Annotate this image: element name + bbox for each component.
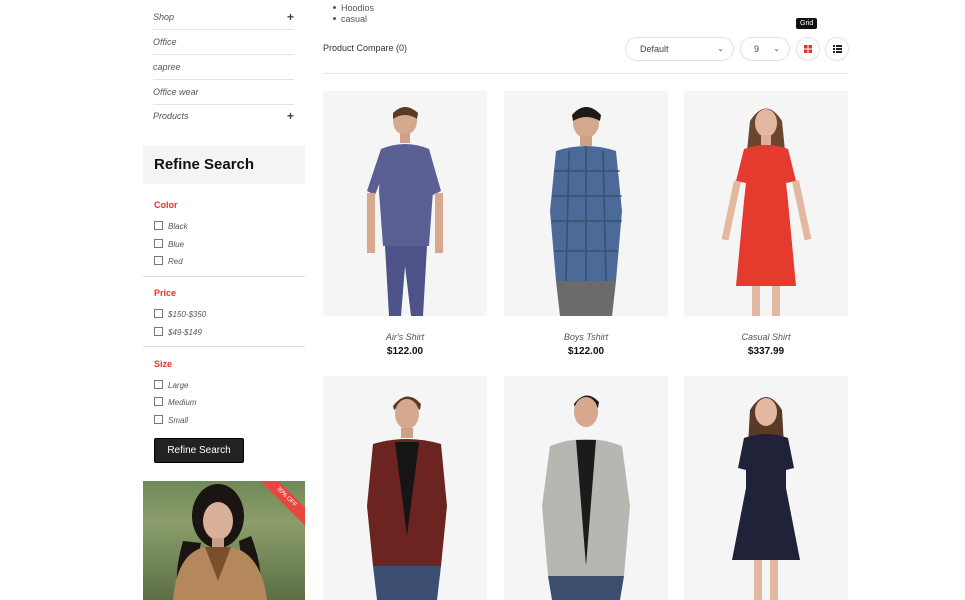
- plus-icon[interactable]: +: [287, 104, 294, 128]
- product-image[interactable]: [323, 91, 487, 316]
- product-name[interactable]: Casual Shirt: [684, 332, 848, 342]
- product-image[interactable]: [504, 91, 668, 316]
- sort-select[interactable]: Default ⌄: [625, 37, 734, 61]
- filter-price-150-350[interactable]: $150-$350: [154, 309, 206, 319]
- filter-color-black[interactable]: Black: [154, 221, 188, 231]
- checkbox-icon[interactable]: [154, 309, 163, 318]
- checkbox-icon[interactable]: [154, 327, 163, 336]
- product-photo-plaid-shirt-man: [550, 107, 622, 316]
- bullet-icon: [333, 6, 336, 9]
- plus-icon[interactable]: +: [287, 5, 294, 29]
- checkbox-icon[interactable]: [154, 256, 163, 265]
- category-office[interactable]: Office: [153, 30, 294, 55]
- product-photo-red-dress-woman: [721, 108, 812, 316]
- product-photo-leather-jacket-man: [367, 396, 447, 600]
- product-photo-tshirt-man: [367, 107, 443, 316]
- chevron-down-icon: ⌄: [773, 44, 780, 53]
- divider: [143, 276, 305, 277]
- filter-price-49-149[interactable]: $49-$149: [154, 327, 202, 337]
- product-image[interactable]: [684, 376, 848, 600]
- product-image[interactable]: [323, 376, 487, 600]
- category-capree[interactable]: capree: [153, 55, 294, 80]
- grid-icon: [804, 45, 812, 53]
- filter-color-red[interactable]: Red: [154, 256, 183, 266]
- refine-search-header: Refine Search: [143, 146, 305, 184]
- promo-banner[interactable]: 30% OFF: [143, 481, 305, 600]
- grid-view-button[interactable]: [796, 37, 820, 61]
- product-price: $337.99: [747, 346, 785, 357]
- product-name[interactable]: Air's Shirt: [323, 332, 487, 342]
- product-image[interactable]: [504, 376, 668, 600]
- product-image[interactable]: [684, 91, 848, 316]
- checkbox-icon[interactable]: [154, 239, 163, 248]
- product-name[interactable]: Boys Tshirt: [504, 332, 668, 342]
- product-price: $122.00: [386, 346, 424, 357]
- bullet-icon: [333, 17, 336, 20]
- tag-item[interactable]: Hoodios: [333, 3, 374, 13]
- checkbox-icon[interactable]: [154, 415, 163, 424]
- category-label: Office: [153, 37, 177, 47]
- checkbox-icon[interactable]: [154, 380, 163, 389]
- category-label: Shop: [153, 12, 175, 22]
- filter-size-small[interactable]: Small: [154, 415, 188, 425]
- product-photo-grey-hoodie-man: [542, 395, 630, 600]
- checkbox-icon[interactable]: [154, 221, 163, 230]
- refine-search-title: Refine Search: [154, 156, 255, 173]
- filter-size-medium[interactable]: Medium: [154, 397, 196, 407]
- category-label: Products: [153, 111, 189, 121]
- filter-price-heading: Price: [154, 288, 177, 298]
- category-label: capree: [153, 62, 181, 72]
- product-photo-navy-dress-woman: [732, 397, 800, 600]
- list-icon: [833, 45, 842, 53]
- checkbox-icon[interactable]: [154, 397, 163, 406]
- category-label: Office wear: [153, 87, 199, 97]
- product-compare-link[interactable]: Product Compare (0): [323, 43, 407, 53]
- category-shop[interactable]: Shop +: [153, 5, 294, 30]
- list-view-button[interactable]: [825, 37, 849, 61]
- filter-size-large[interactable]: Large: [154, 380, 188, 390]
- filter-size-heading: Size: [154, 359, 173, 369]
- divider: [323, 73, 848, 74]
- product-price: $122.00: [567, 346, 605, 357]
- divider: [143, 346, 305, 347]
- limit-select[interactable]: 9 ⌄: [740, 37, 790, 61]
- category-products[interactable]: Products +: [153, 104, 294, 128]
- filter-color-heading: Color: [154, 200, 178, 210]
- category-office-wear[interactable]: Office wear: [153, 80, 294, 105]
- sort-select-value: Default: [640, 44, 669, 54]
- refine-search-button[interactable]: Refine Search: [154, 438, 244, 463]
- tag-item[interactable]: casual: [333, 14, 367, 24]
- limit-select-value: 9: [754, 44, 760, 54]
- filter-color-blue[interactable]: Blue: [154, 239, 184, 249]
- chevron-down-icon: ⌄: [717, 44, 724, 53]
- grid-tooltip: Grid: [796, 18, 818, 29]
